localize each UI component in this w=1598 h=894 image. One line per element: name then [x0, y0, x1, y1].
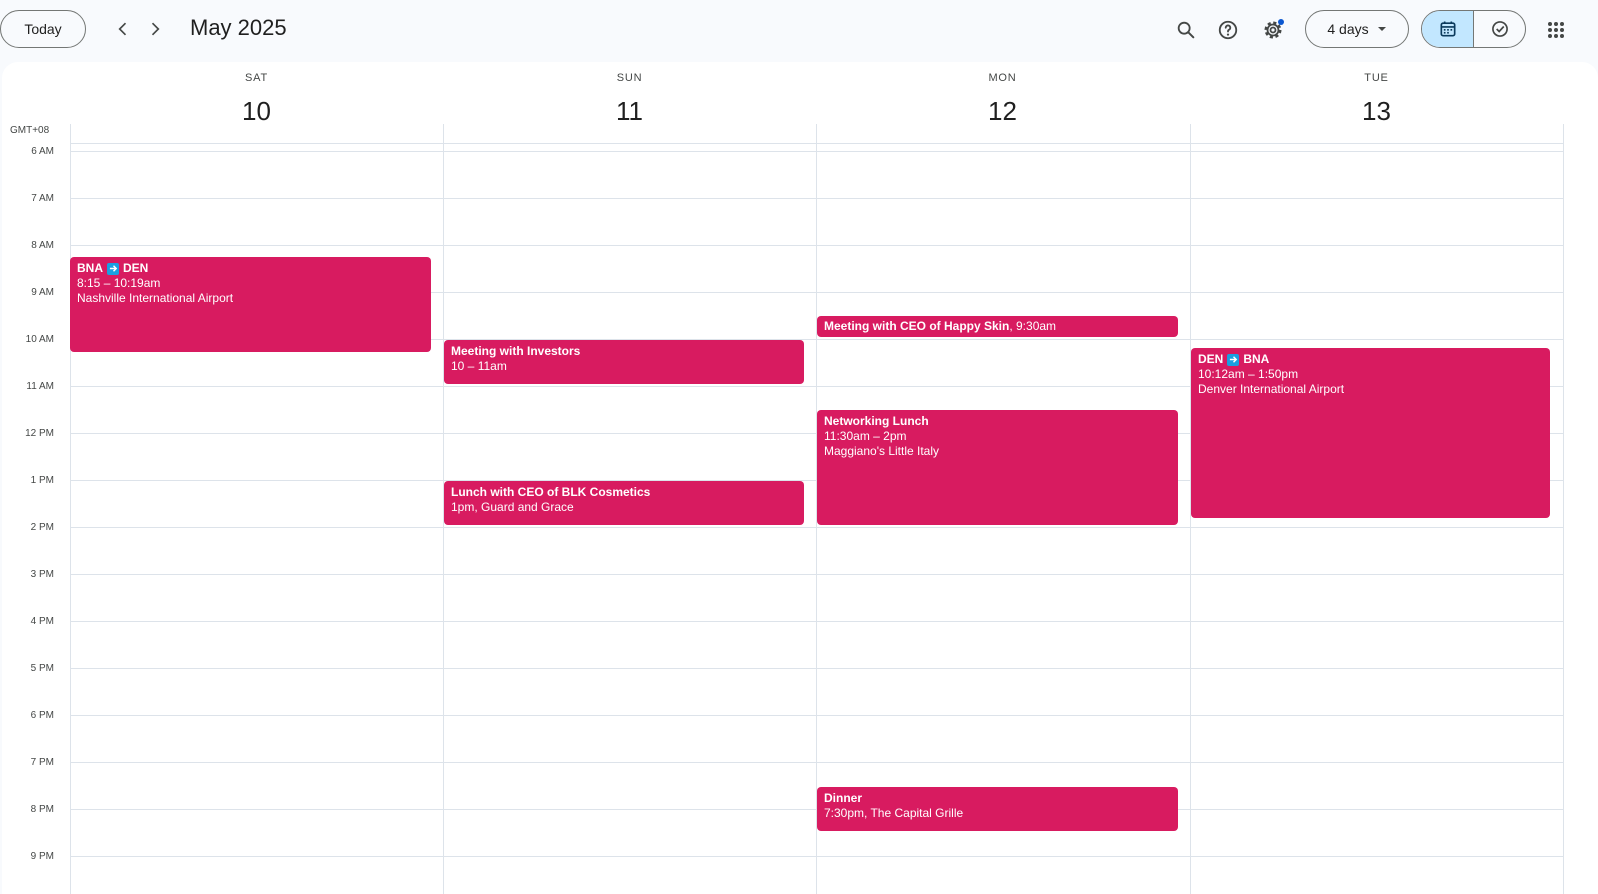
arrow-right-icon [1227, 353, 1240, 366]
view-selector[interactable]: 4 days [1305, 10, 1409, 48]
tasks-view-button[interactable] [1473, 11, 1525, 47]
calendar-icon [1440, 21, 1455, 37]
view-switcher [1421, 10, 1526, 48]
day-number[interactable]: 11 [443, 96, 816, 127]
hour-gridline [70, 621, 1564, 622]
flight-origin: DEN [1198, 352, 1224, 366]
hour-label: 5 PM [30, 663, 54, 674]
arrow-right-icon [107, 262, 119, 275]
settings-icon [1264, 19, 1284, 39]
event-title-text: Meeting with CEO of Happy Skin [824, 319, 1010, 333]
event-networking-lunch[interactable]: Networking Lunch 11:30am – 2pm Maggiano'… [817, 410, 1178, 525]
dropdown-arrow-icon [1377, 27, 1386, 31]
hour-label: 7 AM [31, 193, 54, 204]
day-column-divider [1563, 124, 1564, 894]
day-column-divider [70, 124, 71, 894]
timezone-label: GMT+08 [10, 125, 50, 136]
event-title: Lunch with CEO of BLK Cosmetics [451, 485, 651, 499]
event-title: Networking Lunch [824, 414, 929, 428]
hour-gridline [70, 856, 1564, 857]
month-title: May 2025 [190, 15, 287, 40]
hour-label: 6 PM [30, 710, 54, 721]
event-lunch-blk[interactable]: Lunch with CEO of BLK Cosmetics 1pm, Gua… [444, 481, 804, 525]
hour-label: 3 PM [30, 569, 54, 580]
event-title: DEN BNA [1198, 352, 1543, 367]
apps-grid-icon [1548, 22, 1564, 38]
help-icon [1218, 20, 1238, 40]
day-of-week: TUE [1364, 72, 1389, 84]
event-time: 10:12am – 1:50pm [1198, 367, 1299, 381]
event-location: Maggiano's Little Italy [824, 444, 940, 458]
day-number[interactable]: 13 [1190, 96, 1563, 127]
chevron-right-icon [151, 22, 160, 36]
next-period-button[interactable] [140, 14, 170, 44]
day-of-week: MON [988, 72, 1017, 84]
flight-destination: DEN [123, 261, 149, 275]
event-location: Denver International Airport [1198, 382, 1345, 396]
hour-label: 10 AM [25, 334, 54, 345]
event-time: 10 – 11am [451, 359, 507, 373]
event-title: Meeting with CEO of Happy Skin, 9:30am [824, 319, 1171, 334]
hour-gridline [70, 762, 1564, 763]
settings-button[interactable] [1255, 12, 1291, 48]
event-details: 1pm, Guard and Grace [451, 500, 574, 514]
tasks-icon [1491, 21, 1508, 37]
chevron-left-icon [118, 22, 127, 36]
event-flight-bna-den[interactable]: BNA DEN 8:15 – 10:19am Nashville Interna… [70, 257, 431, 352]
header-divider [70, 143, 1564, 144]
event-details: 7:30pm, The Capital Grille [824, 806, 964, 820]
hour-gridline [70, 245, 1564, 246]
calendar-view-button[interactable] [1422, 11, 1473, 47]
hour-gridline [70, 574, 1564, 575]
view-selector-label: 4 days [1327, 21, 1369, 37]
previous-period-button[interactable] [108, 14, 138, 44]
hour-label: 11 AM [26, 381, 54, 392]
day-number[interactable]: 10 [70, 96, 443, 127]
hour-label: 12 PM [25, 428, 54, 439]
hour-label: 8 PM [30, 804, 54, 815]
hour-label: 8 AM [31, 240, 54, 251]
flight-origin: BNA [77, 261, 103, 275]
event-time: 11:30am – 2pm [824, 429, 907, 443]
search-icon [1177, 21, 1195, 39]
hour-label: 2 PM [30, 522, 54, 533]
day-number[interactable]: 12 [816, 96, 1189, 127]
hour-gridline [70, 715, 1564, 716]
event-time: , 9:30am [1009, 319, 1057, 333]
top-toolbar: Today May 2025 4 days [0, 0, 1598, 60]
event-flight-den-bna[interactable]: DEN BNA 10:12am – 1:50pm Denver Internat… [1191, 348, 1550, 518]
hour-label: 6 AM [31, 146, 54, 157]
calendar-grid: SAT 10 SUN 11 MON 12 TUE 13 GMT+08 6 AM … [2, 62, 1598, 894]
hour-gridline [70, 198, 1564, 199]
day-of-week: SUN [616, 72, 643, 84]
event-title: Dinner [824, 791, 863, 805]
day-of-week: SAT [245, 72, 268, 84]
apps-button[interactable] [1538, 12, 1574, 48]
search-button[interactable] [1168, 12, 1204, 48]
flight-destination: BNA [1243, 352, 1270, 366]
event-location: Nashville International Airport [77, 291, 234, 305]
hour-gridline [70, 668, 1564, 669]
event-meeting-happy-skin[interactable]: Meeting with CEO of Happy Skin, 9:30am [817, 316, 1178, 337]
today-button[interactable]: Today [0, 10, 86, 48]
hour-label: 7 PM [30, 757, 54, 768]
event-title: BNA DEN [77, 261, 424, 276]
hour-label: 4 PM [30, 616, 54, 627]
hour-label: 1 PM [30, 475, 54, 486]
event-time: 8:15 – 10:19am [77, 276, 161, 290]
hour-label: 9 AM [31, 287, 54, 298]
hour-gridline [70, 151, 1564, 152]
event-meeting-investors[interactable]: Meeting with Investors 10 – 11am [444, 340, 804, 384]
hour-label: 9 PM [30, 851, 54, 862]
event-dinner[interactable]: Dinner 7:30pm, The Capital Grille [817, 787, 1178, 831]
hour-gridline [70, 527, 1564, 528]
help-button[interactable] [1210, 12, 1246, 48]
event-title: Meeting with Investors [451, 344, 581, 358]
